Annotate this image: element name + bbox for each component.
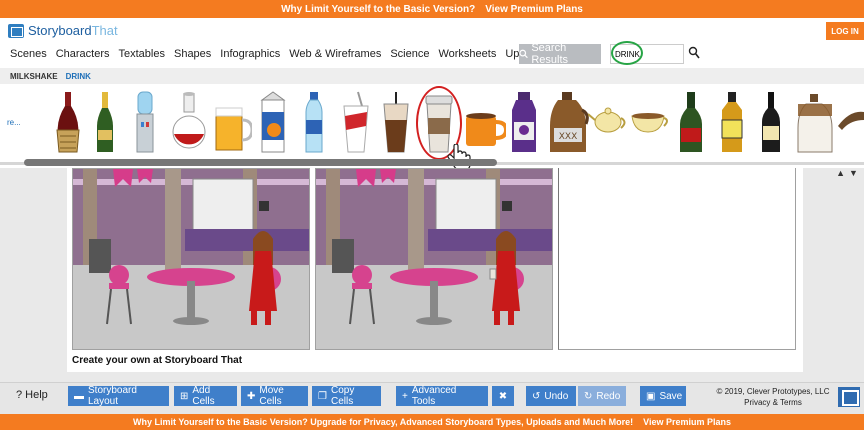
cafe-scene-image-2 — [316, 169, 552, 349]
item-palette: re... XXX — [0, 84, 864, 171]
subcategory-tabs: MILKSHAKE DRINK — [0, 68, 864, 84]
fullscreen-icon[interactable] — [838, 387, 860, 407]
delete-button[interactable]: ✖ — [492, 386, 514, 406]
search-results-label: Search Results — [531, 42, 569, 66]
copy-cells-label: Copy Cells — [330, 385, 355, 407]
plus-icon: + — [402, 390, 408, 402]
grape-juice-jug-item[interactable] — [508, 90, 540, 156]
storyboard-cell-2[interactable] — [315, 168, 553, 350]
whiskey-bottle-item[interactable] — [676, 90, 706, 156]
nav-textables[interactable]: Textables — [119, 48, 165, 60]
canvas-scroll-arrows[interactable]: ▲ ▼ — [833, 168, 861, 182]
undo-icon: ↺ — [532, 390, 541, 402]
storyboard-canvas: Create your own at Storyboard That ▲ ▼ — [0, 168, 864, 382]
close-icon: ✖ — [498, 390, 508, 402]
privacy-terms-link[interactable]: Privacy & Terms — [716, 397, 830, 408]
layout-icon: ▬ — [74, 390, 84, 402]
nav-infographics[interactable]: Infographics — [220, 48, 280, 60]
undo-label: Undo — [544, 390, 569, 402]
xxx-jug-item[interactable]: XXX — [546, 90, 590, 156]
save-label: Save — [659, 390, 683, 402]
save-icon: ▣ — [646, 390, 656, 402]
logo-text-that: That — [91, 23, 118, 38]
water-bottle-item[interactable] — [302, 90, 326, 156]
category-nav: Scenes Characters Textables Shapes Infog… — [0, 41, 864, 66]
search-results-button[interactable]: Search Results — [519, 42, 601, 66]
top-banner-text: Why Limit Yourself to the Basic Version? — [281, 3, 476, 15]
add-cells-icon: ⊞ — [180, 390, 189, 402]
storyboard-layout-button[interactable]: ▬ Storyboard Layout — [68, 385, 169, 407]
search-icon[interactable] — [688, 46, 700, 60]
moonshine-jug-item[interactable] — [796, 90, 836, 156]
bottom-toolbar: ? Help ▬ Storyboard Layout ⊞ Add Cells ✚… — [0, 382, 864, 414]
champagne-bottle-item[interactable] — [92, 90, 118, 156]
bottom-view-premium-plans-link[interactable]: View Premium Plans — [643, 417, 731, 427]
help-button[interactable]: ? Help — [16, 389, 48, 401]
search-results-icon — [519, 49, 528, 59]
beer-mug-item[interactable] — [212, 90, 252, 156]
header-bar: Storyboard That LOG IN — [0, 18, 864, 44]
water-cooler-item[interactable] — [132, 90, 158, 156]
nav-shapes[interactable]: Shapes — [174, 48, 211, 60]
palette-more-link[interactable]: re... — [7, 118, 21, 127]
redo-label: Redo — [596, 390, 621, 402]
copyright-block: © 2019, Clever Prototypes, LLC Privacy &… — [716, 386, 830, 408]
iced-coffee-item[interactable] — [380, 90, 412, 156]
horn-item[interactable] — [836, 90, 864, 156]
nav-worksheets[interactable]: Worksheets — [438, 48, 496, 60]
storyboardthat-logo[interactable]: Storyboard That — [8, 23, 118, 38]
tea-cup-item[interactable] — [628, 90, 672, 156]
advanced-tools-button[interactable]: + Advanced Tools — [396, 385, 488, 407]
scroll-down-icon[interactable]: ▼ — [849, 168, 858, 182]
juice-carton-item[interactable] — [256, 90, 290, 156]
redo-button[interactable]: ↻ Redo — [578, 386, 626, 406]
soda-cup-item[interactable] — [340, 90, 372, 156]
storyboard-layout-label: Storyboard Layout — [88, 385, 137, 407]
palette-scrollbar[interactable] — [24, 159, 497, 166]
svg-text:XXX: XXX — [559, 132, 578, 142]
copyright-text: © 2019, Clever Prototypes, LLC — [716, 387, 830, 396]
storyboard-panel: Create your own at Storyboard That — [67, 168, 803, 372]
storyboard-cell-3[interactable] — [558, 168, 796, 350]
nav-web-wireframes[interactable]: Web & Wireframes — [289, 48, 381, 60]
bottom-banner-text: Why Limit Yourself to the Basic Version?… — [133, 417, 634, 427]
logo-icon — [8, 23, 24, 38]
move-cells-button[interactable]: ✚ Move Cells — [241, 385, 308, 407]
redo-icon: ↻ — [584, 390, 593, 402]
logo-text-storyboard: Storyboard — [28, 23, 92, 38]
view-premium-plans-link[interactable]: View Premium Plans — [485, 4, 583, 15]
wine-carafe-item[interactable] — [170, 90, 208, 156]
copy-cells-icon: ❐ — [318, 390, 327, 402]
nav-science[interactable]: Science — [390, 48, 429, 60]
copy-cells-button[interactable]: ❐ Copy Cells — [312, 385, 381, 407]
nav-scenes[interactable]: Scenes — [10, 48, 47, 60]
add-cells-button[interactable]: ⊞ Add Cells — [174, 385, 237, 407]
teapot-item[interactable] — [588, 90, 628, 156]
search-input[interactable] — [610, 44, 684, 64]
yellow-label-bottle-item[interactable] — [718, 90, 746, 156]
save-button[interactable]: ▣ Save — [640, 386, 686, 406]
cafe-scene-image — [73, 169, 309, 349]
tab-milkshake[interactable]: MILKSHAKE — [10, 72, 58, 81]
add-cells-label: Add Cells — [192, 385, 215, 407]
tab-drink[interactable]: DRINK — [66, 72, 91, 81]
advanced-tools-label: Advanced Tools — [411, 385, 457, 407]
move-cells-label: Move Cells — [259, 385, 284, 407]
black-bottle-item[interactable] — [758, 90, 784, 156]
move-cells-icon: ✚ — [247, 390, 256, 402]
wine-bottle-basket-item[interactable] — [52, 90, 84, 156]
bottom-promo-banner: Why Limit Yourself to the Basic Version?… — [0, 414, 864, 430]
nav-characters[interactable]: Characters — [56, 48, 110, 60]
undo-button[interactable]: ↺ Undo — [526, 386, 576, 406]
storyboard-caption: Create your own at Storyboard That — [72, 355, 243, 366]
top-promo-banner: Why Limit Yourself to the Basic Version?… — [0, 0, 864, 18]
scroll-up-icon[interactable]: ▲ — [836, 168, 845, 182]
storyboard-cell-1[interactable] — [72, 168, 310, 350]
login-button[interactable]: LOG IN — [826, 22, 864, 40]
